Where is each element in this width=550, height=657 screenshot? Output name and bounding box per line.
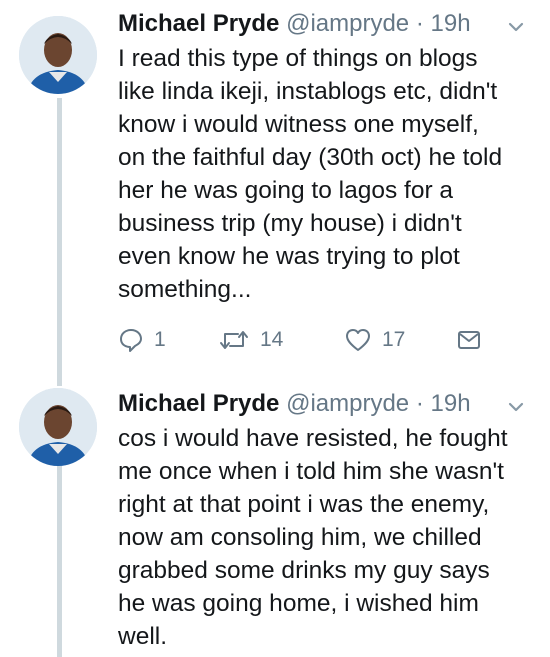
timestamp[interactable]: 19h [431, 10, 471, 37]
retweet-icon [218, 327, 250, 353]
tweet[interactable]: Michael Pryde @iampryde · 19h cos i woul… [0, 380, 550, 657]
user-handle[interactable]: @iampryde [286, 10, 409, 37]
user-handle[interactable]: @iampryde [286, 390, 409, 417]
heart-icon [344, 327, 372, 353]
tweet-header: Michael Pryde @iampryde · 19h [118, 8, 532, 40]
envelope-icon [456, 328, 482, 352]
chevron-down-icon[interactable] [506, 14, 526, 34]
retweet-count: 14 [260, 328, 284, 351]
display-name[interactable]: Michael Pryde [118, 390, 279, 417]
tweet-text: cos i would have resisted, he fought me … [118, 425, 508, 650]
tweet[interactable]: Michael Pryde @iampryde · 19h I read thi… [0, 0, 550, 380]
display-name[interactable]: Michael Pryde [118, 10, 279, 37]
reply-count: 1 [154, 328, 166, 351]
tweet-header: Michael Pryde @iampryde · 19h [118, 388, 532, 420]
reply-button[interactable]: 1 [118, 325, 166, 355]
separator: · [415, 10, 424, 37]
tweet-actions: 1 14 17 [118, 325, 538, 355]
like-count: 17 [382, 328, 406, 351]
separator: · [415, 390, 424, 417]
like-button[interactable]: 17 [344, 325, 405, 355]
tweet-text: I read this type of things on blogs like… [118, 45, 503, 303]
retweet-button[interactable]: 14 [218, 325, 283, 355]
chevron-down-icon[interactable] [506, 394, 526, 414]
reply-icon [118, 327, 144, 353]
avatar[interactable] [19, 388, 97, 466]
avatar[interactable] [19, 16, 97, 94]
timestamp[interactable]: 19h [431, 390, 471, 417]
direct-message-button[interactable] [456, 325, 482, 355]
